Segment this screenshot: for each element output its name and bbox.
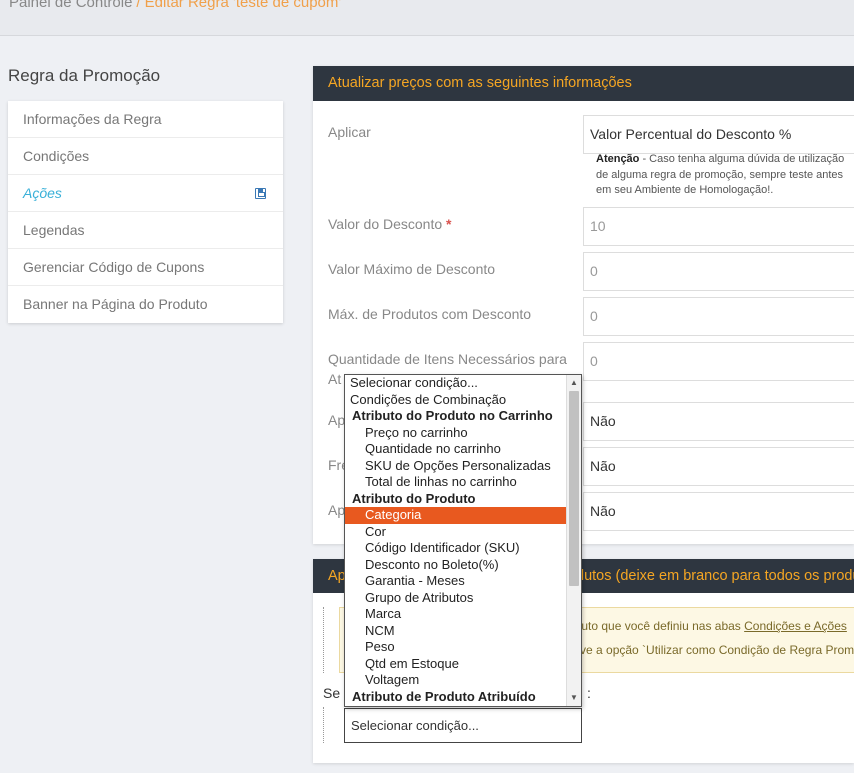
dropdown-option[interactable]: Selecionar condição... (345, 375, 567, 392)
apply-shipping-label: Ap (328, 412, 346, 428)
info-line-1: oduto que você definiu nas abas Condiçõe… (568, 619, 847, 633)
dropdown-option[interactable]: Peso (345, 639, 567, 656)
sidebar-item-label: Ações (23, 185, 62, 201)
discount-amount-label: Valor do Desconto * (328, 216, 451, 232)
dropdown-scrollbar[interactable]: ▲ ▼ (566, 375, 581, 706)
info-line-2: tive a opção `Utilizar como Condição de … (574, 643, 854, 657)
option-group-label: Atributo do Produto no Carrinho (352, 408, 553, 423)
required-qty-input[interactable]: 0 (583, 342, 854, 381)
scrollbar-thumb[interactable] (569, 391, 579, 586)
sidebar-item-label: Informações da Regra (23, 111, 162, 127)
apply-products-title-suffix: dutos (deixe em branco para todos os pro… (576, 568, 854, 584)
dropdown-option[interactable]: Quantidade no carrinho (345, 441, 567, 458)
dropdown-option[interactable]: Garantia - Meses (345, 573, 567, 590)
dropdown-option[interactable]: Cor (345, 524, 567, 541)
discount-amount-input[interactable]: 10 (583, 207, 854, 246)
dropdown-option[interactable]: Grupo de Atributos (345, 590, 567, 607)
scroll-down-icon[interactable]: ▼ (570, 694, 578, 702)
max-products-label: Máx. de Produtos com Desconto (328, 306, 532, 322)
free-shipping-select[interactable]: Não (583, 447, 854, 486)
sidebar-item-label: Condições (23, 148, 90, 164)
top-bar: Painel de Controle / Editar Regra 'teste d… (0, 0, 854, 36)
tree-line (323, 607, 324, 673)
new-condition-select[interactable]: Selecionar condição... (344, 708, 582, 743)
sidebar-item-manage-coupons[interactable]: Gerenciar Código de Cupons (8, 249, 283, 286)
dropdown-option[interactable]: Categoria (345, 507, 567, 524)
apply-shipping-select[interactable]: Não (583, 402, 854, 441)
breadcrumb: Painel de Controle / Editar Regra 'teste d… (9, 0, 341, 11)
save-icon (255, 188, 266, 199)
dropdown-option[interactable]: Preço no carrinho (345, 425, 567, 442)
option-group-label: Atributo de Produto Atribuído (352, 688, 536, 704)
sidebar-item-label: Gerenciar Código de Cupons (23, 259, 205, 275)
dropdown-option[interactable]: Marca (345, 606, 567, 623)
breadcrumb-root[interactable]: Painel de Controle (9, 0, 132, 11)
dropdown-option[interactable]: Condições de Combinação (345, 392, 567, 409)
condition-options: Selecionar condição... Condições de Combi… (345, 375, 567, 705)
dropdown-option[interactable]: NCM (345, 623, 567, 640)
apply-select[interactable]: Valor Percentual do Desconto % (583, 115, 854, 154)
sidebar-item-actions[interactable]: Ações (8, 175, 283, 212)
apply-label: Aplicar (328, 124, 371, 140)
attention-label: Atenção (596, 153, 640, 165)
dropdown-option[interactable]: Total de linhas no carrinho (345, 474, 567, 491)
attention-note: Atenção - Caso tenha alguma dúvida de ut… (596, 152, 851, 199)
required-qty-label: Quantidade de Itens Necessários para (328, 351, 567, 367)
dropdown-option[interactable]: Código Identificador (SKU) (345, 540, 567, 557)
condition-dropdown[interactable]: Selecionar condição... Condições de Combi… (344, 374, 582, 707)
scroll-up-icon[interactable]: ▲ (570, 379, 578, 387)
sidebar-item-conditions[interactable]: Condições (8, 138, 283, 175)
sidebar-item-rule-info[interactable]: Informações da Regra (8, 101, 283, 138)
discount-amount-label-text: Valor do Desconto (328, 216, 443, 232)
actions-panel-title: Atualizar preços com as seguintes inform… (313, 66, 854, 101)
condition-sentence-prefix: Se (323, 685, 341, 701)
sidebar-nav: Informações da Regra Condições Ações Leg… (8, 101, 283, 323)
required-qty-label-line2: At (328, 371, 342, 387)
apply-rule-label: Ap (328, 502, 346, 518)
dropdown-option[interactable]: Desconto no Boleto(%) (345, 557, 567, 574)
info-line-1-text: oduto que você definiu nas abas (568, 619, 745, 633)
dropdown-option[interactable]: Qtd em Estoque (345, 656, 567, 673)
sidebar-item-product-banner[interactable]: Banner na Página do Produto (8, 286, 283, 323)
tree-line (323, 707, 324, 743)
apply-rule-select[interactable]: Não (583, 492, 854, 531)
required-mark: * (446, 216, 452, 232)
sidebar-item-label: Legendas (23, 222, 85, 238)
conditions-actions-link[interactable]: Condições e Ações (744, 619, 847, 633)
sidebar-item-label: Banner na Página do Produto (23, 296, 208, 312)
max-products-input[interactable]: 0 (583, 297, 854, 336)
max-discount-label: Valor Máximo de Desconto (328, 261, 496, 277)
sidebar-title: Regra da Promoção (8, 66, 161, 85)
dropdown-option[interactable]: Voltagem (345, 672, 567, 689)
max-discount-input[interactable]: 0 (583, 252, 854, 291)
dropdown-option[interactable]: SKU de Opções Personalizadas (345, 458, 567, 475)
breadcrumb-current: Editar Regra 'teste de cupom' (144, 0, 342, 11)
breadcrumb-separator: / (136, 0, 141, 11)
option-group-label: Atributo do Produto (352, 490, 476, 506)
condition-sentence-suffix: : (587, 685, 591, 701)
sidebar-item-labels[interactable]: Legendas (8, 212, 283, 249)
